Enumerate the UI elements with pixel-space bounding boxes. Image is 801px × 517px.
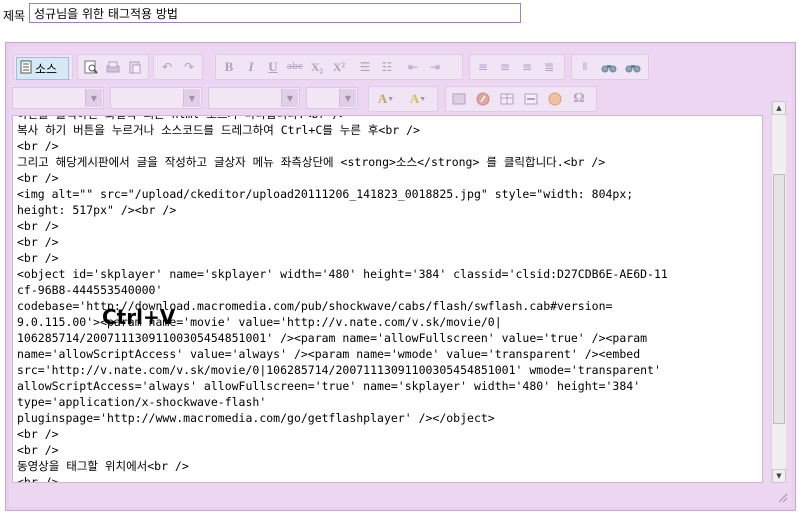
ctrl-v-overlay-text: Ctrl+V	[102, 305, 176, 329]
toolbar-group-insert: Ω	[445, 86, 597, 112]
source-icon	[20, 60, 32, 77]
smiley-icon[interactable]	[545, 89, 565, 109]
code-line: pluginspage='http://www.macromedia.com/g…	[17, 411, 495, 425]
align-right-icon[interactable]: ≡	[517, 57, 537, 77]
code-line: <br />	[17, 427, 59, 441]
code-line: <br />	[17, 251, 59, 265]
toolbar-group-tools: ⦀	[571, 54, 649, 80]
align-left-icon[interactable]: ≡	[473, 57, 493, 77]
underline-icon[interactable]: U	[263, 57, 283, 77]
code-line: src='http://v.nate.com/v.sk/movie/0|1062…	[17, 363, 661, 377]
strike-icon[interactable]: abc	[285, 57, 305, 77]
indent-icon[interactable]: ⇥	[425, 57, 445, 77]
code-line: name='allowScriptAccess' value='always' …	[17, 347, 641, 361]
title-label: 제목	[3, 9, 26, 23]
outdent-icon[interactable]: ⇤	[403, 57, 423, 77]
table-icon[interactable]	[497, 89, 517, 109]
hr-icon[interactable]	[521, 89, 541, 109]
code-line: cf-96B8-444553540000'	[17, 283, 163, 297]
scroll-up-icon[interactable]: ▲	[772, 101, 786, 115]
paste-icon[interactable]	[125, 57, 145, 77]
find-icon[interactable]	[599, 57, 619, 77]
font-combo[interactable]: ▼	[110, 87, 202, 109]
code-line: type='application/x-shockwave-flash'	[17, 395, 267, 409]
toolbar-group-format: B I U abc X₂ X² ☰ ☷ ⇤ ⇥	[215, 54, 463, 80]
code-line: 동영상을 태그할 위치에서<br />	[17, 459, 189, 473]
code-line: 그리고 해당게시판에서 글을 작성하고 글상자 메뉴 좌측상단에 <strong…	[17, 155, 606, 169]
chevron-down-icon: ▼	[419, 95, 427, 103]
scroll-thumb[interactable]	[773, 174, 785, 424]
source-button[interactable]: 소스	[16, 57, 69, 80]
toolbar-group-history: ↶ ↷	[153, 54, 203, 80]
align-center-icon[interactable]: ≡	[495, 57, 515, 77]
code-line: <br />	[17, 235, 59, 249]
scroll-down-icon[interactable]: ▼	[772, 469, 786, 483]
numbered-list-icon[interactable]: ☰	[355, 57, 375, 77]
title-input[interactable]	[29, 3, 521, 23]
toolbar-group-colors: A ▼ A ▼	[368, 86, 438, 112]
code-line: allowScriptAccess='always' allowFullscre…	[17, 379, 641, 393]
bg-color-glyph: A	[409, 91, 420, 106]
code-line: height: 517px" /><br />	[17, 203, 177, 217]
code-line: 복사 하기 버튼을 누르거나 소스코드를 드레그하여 Ctrl+C를 누른 후<…	[17, 123, 420, 137]
chevron-down-icon: ▼	[85, 89, 102, 107]
chevron-down-icon: ▼	[387, 95, 395, 103]
chevron-down-icon: ▼	[339, 89, 356, 107]
bold-icon[interactable]: B	[219, 57, 239, 77]
source-code-text[interactable]: 하단을 클릭하신 화일쪽 되는 html 소스가 나타납니다.<br /> 복사…	[17, 116, 762, 483]
code-line: <br />	[17, 475, 59, 483]
code-line: <object id='skplayer' name='skplayer' wi…	[17, 267, 668, 281]
italic-icon[interactable]: I	[241, 57, 261, 77]
chevron-down-icon: ▼	[281, 89, 298, 107]
justify-icon[interactable]: ≣	[539, 57, 559, 77]
code-line: <img alt="" src="/upload/ckeditor/upload…	[17, 187, 634, 201]
redo-icon[interactable]: ↷	[179, 57, 199, 77]
editor-frame: 소스 ↶ ↷ B I U abc X₂ X² ☰ ☷ ⇤ ⇥ ≡ ≡ ≡ ≣ ⦀…	[9, 46, 792, 507]
flash-icon[interactable]	[473, 89, 493, 109]
bg-color-icon[interactable]: A ▼	[404, 89, 432, 109]
source-code-area[interactable]: 하단을 클릭하신 화일쪽 되는 html 소스가 나타납니다.<br /> 복사…	[12, 115, 763, 483]
code-line: 9.0.115.00'><param name='movie' value='h…	[17, 315, 502, 329]
code-line: <br />	[17, 171, 59, 185]
print-icon[interactable]	[103, 57, 123, 77]
style-combo[interactable]: ▼	[306, 87, 358, 109]
code-line: <br />	[17, 443, 59, 457]
vertical-scrollbar[interactable]: ▲ ▼	[771, 101, 786, 483]
size-combo[interactable]: ▼	[208, 87, 300, 109]
text-color-icon[interactable]: A ▼	[372, 89, 400, 109]
source-button-label: 소스	[35, 62, 58, 76]
rich-text-editor: 소스 ↶ ↷ B I U abc X₂ X² ☰ ☷ ⇤ ⇥ ≡ ≡ ≡ ≣ ⦀…	[5, 42, 796, 511]
image-icon[interactable]	[449, 89, 469, 109]
format-combo[interactable]: ▼	[12, 87, 104, 109]
code-line: 106285714/20071113091100305454851001' />…	[17, 331, 648, 345]
code-line: <br />	[17, 139, 59, 153]
toolbar-group-document	[77, 54, 149, 80]
text-color-glyph: A	[377, 91, 388, 106]
special-char-icon[interactable]: Ω	[569, 89, 589, 109]
select-all-icon[interactable]: ⦀	[575, 57, 595, 77]
code-line: 하단을 클릭하신 화일쪽 되는 html 소스가 나타납니다.<br />	[17, 116, 346, 121]
subscript-icon[interactable]: X₂	[307, 57, 327, 77]
superscript-icon[interactable]: X²	[329, 57, 349, 77]
chevron-down-icon: ▼	[183, 89, 200, 107]
preview-icon[interactable]	[81, 57, 101, 77]
resize-grip-icon[interactable]	[776, 491, 788, 503]
replace-icon[interactable]	[623, 57, 643, 77]
bulleted-list-icon[interactable]: ☷	[377, 57, 397, 77]
code-line: <br />	[17, 219, 59, 233]
undo-icon[interactable]: ↶	[157, 57, 177, 77]
toolbar-group-align: ≡ ≡ ≡ ≣	[469, 54, 565, 80]
